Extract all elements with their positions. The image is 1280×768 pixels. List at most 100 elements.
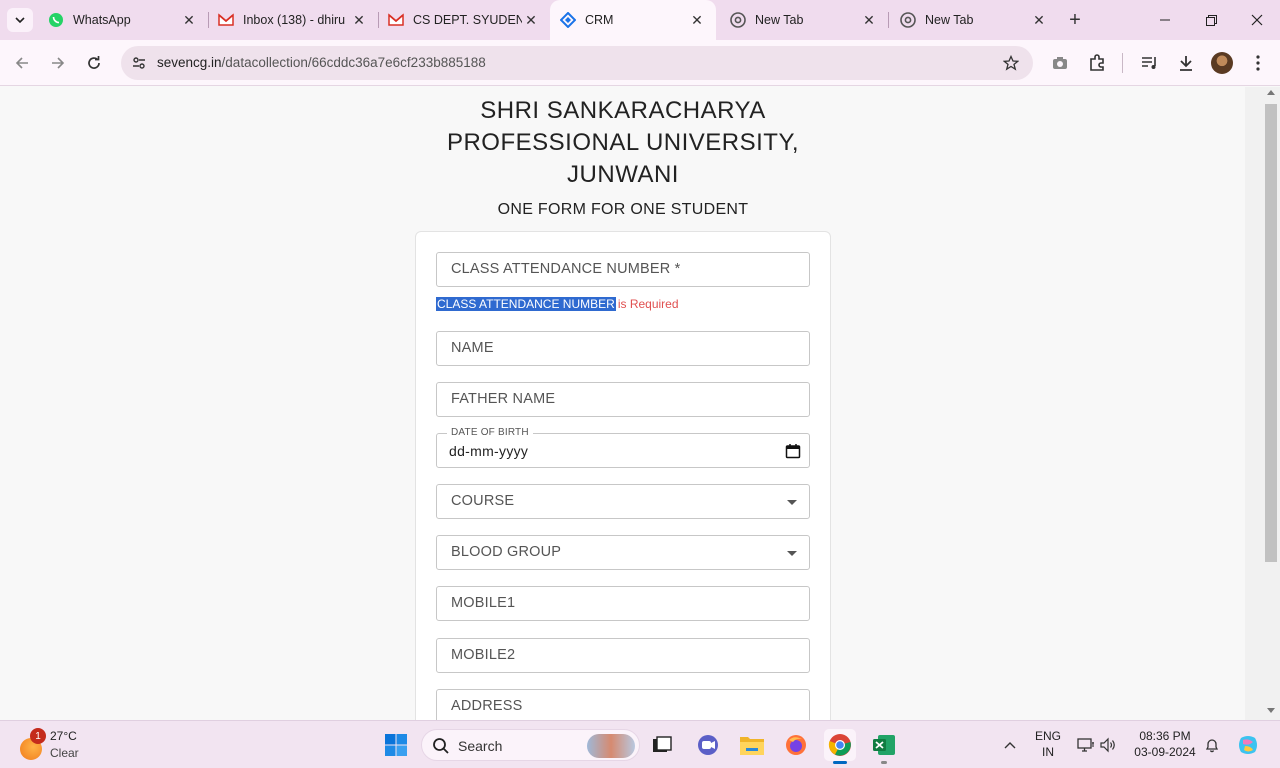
tab-whatsapp[interactable]: WhatsApp ✕ xyxy=(38,0,208,40)
forward-button[interactable] xyxy=(44,49,72,77)
media-control-icon[interactable] xyxy=(1138,51,1162,75)
download-icon[interactable] xyxy=(1174,51,1198,75)
class-attendance-number-field[interactable]: CLASS ATTENDANCE NUMBER * xyxy=(436,252,810,287)
blood-group-select[interactable]: BLOOD GROUP xyxy=(436,535,810,570)
gmail-icon xyxy=(388,12,404,28)
clock-date: 03-09-2024 xyxy=(1134,745,1196,759)
notification-badge: 1 xyxy=(30,728,46,744)
field-placeholder: CLASS ATTENDANCE NUMBER * xyxy=(451,261,681,277)
address-bar[interactable]: sevencg.in/datacollection/66cddc36a7e6cf… xyxy=(121,46,1033,80)
bookmark-star-icon[interactable] xyxy=(1001,53,1021,73)
tab-title: WhatsApp xyxy=(73,13,131,27)
arrow-left-icon xyxy=(15,57,28,69)
meet-chat-icon xyxy=(698,735,718,755)
taskbar-firefox[interactable] xyxy=(780,729,812,761)
close-tab-icon[interactable]: ✕ xyxy=(860,11,878,29)
tab-title: CS DEPT. SYUDENT xyxy=(413,13,522,27)
tab-gmail-inbox[interactable]: Inbox (138) - dhiru ✕ xyxy=(208,0,378,40)
network-icon[interactable] xyxy=(1076,735,1096,755)
date-value: dd-mm-yyyy xyxy=(449,443,529,459)
scrollbar-thumb[interactable] xyxy=(1265,104,1277,562)
weather-condition: Clear xyxy=(50,746,79,760)
field-placeholder: COURSE xyxy=(451,493,515,509)
close-icon xyxy=(1251,14,1263,26)
tab-title: New Tab xyxy=(925,13,974,27)
search-label: Search xyxy=(458,738,503,754)
copilot-icon[interactable] xyxy=(1236,733,1260,757)
system-clock[interactable]: 08:36 PM 03-09-2024 xyxy=(1128,729,1202,759)
field-placeholder: ADDRESS xyxy=(451,698,523,714)
notification-bell-icon[interactable] xyxy=(1202,735,1222,755)
tab-gmail-cs-dept[interactable]: CS DEPT. SYUDENT ✕ xyxy=(378,0,550,40)
tab-crm[interactable]: CRM ✕ xyxy=(550,0,716,40)
taskbar-search[interactable]: Search xyxy=(421,729,640,761)
chrome-icon xyxy=(900,12,916,28)
profile-avatar[interactable] xyxy=(1211,52,1233,74)
close-tab-icon[interactable]: ✕ xyxy=(350,11,368,29)
validation-error: CLASS ATTENDANCE NUMBER is Required xyxy=(436,295,679,313)
course-select[interactable]: COURSE xyxy=(436,484,810,519)
close-tab-icon[interactable]: ✕ xyxy=(688,11,706,29)
site-info-icon[interactable] xyxy=(129,53,149,73)
excel-icon xyxy=(873,735,895,755)
start-button[interactable] xyxy=(380,729,412,761)
father-name-field[interactable]: FATHER NAME xyxy=(436,382,810,417)
reload-icon xyxy=(88,56,100,69)
back-button[interactable] xyxy=(8,49,36,77)
taskbar-file-explorer[interactable] xyxy=(736,729,768,761)
close-tab-icon[interactable]: ✕ xyxy=(180,11,198,29)
reload-button[interactable] xyxy=(80,49,108,77)
close-tab-icon[interactable]: ✕ xyxy=(522,11,540,29)
dropdown-caret-icon xyxy=(787,500,797,505)
tab-divider xyxy=(888,12,889,28)
language-indicator[interactable]: ENG IN xyxy=(1032,729,1064,759)
mobile1-field[interactable]: MOBILE1 xyxy=(436,586,810,621)
clock-time: 08:36 PM xyxy=(1139,729,1191,743)
scroll-down-arrow-icon[interactable] xyxy=(1267,708,1275,713)
tab-search-button[interactable] xyxy=(7,8,33,32)
mobile2-field[interactable]: MOBILE2 xyxy=(436,638,810,673)
taskbar-meet-app[interactable] xyxy=(692,729,724,761)
tab-new-tab[interactable]: New Tab ✕ xyxy=(890,0,1058,40)
field-label: DATE OF BIRTH xyxy=(447,427,533,438)
arrow-right-icon xyxy=(52,57,65,69)
windows-taskbar: 1 27°C Clear Search ENG IN 08:36 PM 03-0… xyxy=(0,720,1280,768)
show-hidden-icons-chevron-icon[interactable] xyxy=(1000,735,1020,755)
tab-new-tab[interactable]: New Tab ✕ xyxy=(720,0,888,40)
open-indicator xyxy=(881,761,887,764)
close-window-button[interactable] xyxy=(1234,0,1280,40)
chrome-icon xyxy=(730,12,746,28)
name-field[interactable]: NAME xyxy=(436,331,810,366)
restore-icon xyxy=(1205,14,1217,26)
address-field[interactable]: ADDRESS xyxy=(436,689,810,720)
scroll-up-arrow-icon[interactable] xyxy=(1267,90,1275,95)
language-code: ENG xyxy=(1034,729,1061,743)
dropdown-caret-icon xyxy=(787,551,797,556)
field-placeholder: FATHER NAME xyxy=(451,391,556,407)
firefox-icon xyxy=(786,735,806,755)
date-of-birth-field[interactable]: DATE OF BIRTH dd-mm-yyyy xyxy=(436,427,810,468)
taskbar-chrome[interactable] xyxy=(824,729,856,764)
field-placeholder: BLOOD GROUP xyxy=(451,544,562,560)
close-tab-icon[interactable]: ✕ xyxy=(1030,11,1048,29)
chevron-down-icon xyxy=(15,17,25,24)
extensions-puzzle-icon[interactable] xyxy=(1085,51,1109,75)
university-title: SHRI SANKARACHARYA PROFESSIONAL UNIVERSI… xyxy=(446,97,800,188)
minimize-button[interactable] xyxy=(1142,0,1188,40)
screenshot-camera-icon[interactable] xyxy=(1048,51,1072,75)
new-tab-button[interactable]: + xyxy=(1064,9,1086,31)
taskview-button[interactable] xyxy=(646,729,678,761)
browser-toolbar: sevencg.in/datacollection/66cddc36a7e6cf… xyxy=(0,40,1280,86)
tab-strip: WhatsApp ✕ Inbox (138) - dhiru ✕ CS DEPT… xyxy=(0,0,1280,40)
field-placeholder: NAME xyxy=(451,340,494,356)
search-highlight-image xyxy=(587,734,635,758)
active-indicator xyxy=(833,761,847,764)
student-form-card: CLASS ATTENDANCE NUMBER * CLASS ATTENDAN… xyxy=(415,231,831,720)
taskbar-excel[interactable] xyxy=(868,729,900,764)
calendar-icon[interactable] xyxy=(785,443,801,459)
weather-widget[interactable]: 1 27°C Clear xyxy=(18,728,128,764)
crm-diamond-icon xyxy=(560,12,576,28)
restore-button[interactable] xyxy=(1188,0,1234,40)
kebab-menu-icon[interactable] xyxy=(1246,51,1270,75)
volume-icon[interactable] xyxy=(1098,735,1118,755)
